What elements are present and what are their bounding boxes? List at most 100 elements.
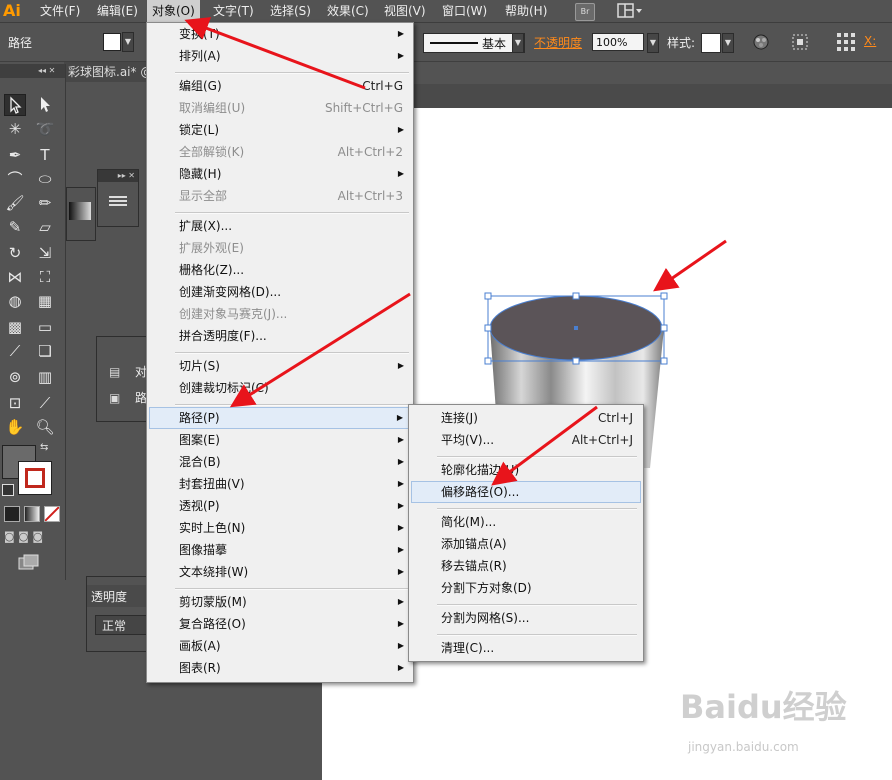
submenu-item-remove-anchor-points[interactable]: 移去锚点(R) bbox=[411, 555, 641, 577]
fill-dropdown[interactable]: ▼ bbox=[122, 32, 134, 52]
symbol-sprayer-tool-icon[interactable]: ⊚ bbox=[4, 366, 26, 388]
menu-item-hide[interactable]: 隐藏(H) ▶ bbox=[149, 163, 411, 185]
document-tab[interactable]: 彩球图标.ai* @ bbox=[64, 62, 158, 82]
transform-reference-icon[interactable] bbox=[836, 32, 856, 52]
slice-tool-icon[interactable]: ⟋ bbox=[34, 392, 56, 414]
paintbrush-tool-icon[interactable]: 🖌 bbox=[4, 192, 26, 214]
menu-item-artboards[interactable]: 画板(A) ▶ bbox=[149, 635, 411, 657]
menu-item-clipping-mask[interactable]: 剪切蒙版(M) ▶ bbox=[149, 591, 411, 613]
selection-tool-icon[interactable] bbox=[4, 94, 26, 116]
arrange-documents-icon[interactable] bbox=[617, 3, 643, 19]
free-transform-tool-icon[interactable]: ⛶ bbox=[34, 266, 56, 288]
default-fill-stroke-icon[interactable] bbox=[2, 484, 14, 496]
submenu-item-outline-stroke[interactable]: 轮廓化描边(U) bbox=[411, 459, 641, 481]
menu-item-group[interactable]: 编组(G) Ctrl+G bbox=[149, 75, 411, 97]
submenu-item-simplify[interactable]: 简化(M)... bbox=[411, 511, 641, 533]
stroke-profile-select[interactable]: 基本 bbox=[423, 33, 525, 53]
stroke-color-box[interactable] bbox=[18, 461, 52, 495]
line-segment-tool-icon[interactable]: ⌒ bbox=[4, 168, 26, 190]
type-tool-icon[interactable]: T bbox=[34, 144, 56, 166]
menu-edit[interactable]: 编辑(E) bbox=[92, 0, 143, 22]
menu-item-create-trim-marks[interactable]: 创建裁切标记(C) bbox=[149, 377, 411, 399]
none-mode-button[interactable] bbox=[44, 506, 60, 522]
menu-item-ungroup[interactable]: 取消编组(U) Shift+Ctrl+G bbox=[149, 97, 411, 119]
menu-file[interactable]: 文件(F) bbox=[35, 0, 85, 22]
scale-tool-icon[interactable]: ⇲ bbox=[34, 242, 56, 264]
align-selection-icon[interactable] bbox=[792, 34, 808, 50]
blob-brush-tool-icon[interactable]: ✎ bbox=[4, 216, 26, 238]
menu-item-flatten-transparency[interactable]: 拼合透明度(F)... bbox=[149, 325, 411, 347]
menu-item-image-trace[interactable]: 图像描摹 ▶ bbox=[149, 539, 411, 561]
perspective-grid-tool-icon[interactable]: ▦ bbox=[34, 290, 56, 312]
menu-item-transform[interactable]: 变换(T) ▶ bbox=[149, 23, 411, 45]
transparency-tab[interactable]: 透明度 bbox=[87, 585, 149, 607]
direct-selection-tool-icon[interactable] bbox=[34, 94, 56, 116]
drawing-modes[interactable]: ◙ ◙ ◙ bbox=[4, 530, 58, 544]
submenu-item-divide-objects-below[interactable]: 分割下方对象(D) bbox=[411, 577, 641, 599]
menu-item-unlock-all[interactable]: 全部解锁(K) Alt+Ctrl+2 bbox=[149, 141, 411, 163]
menu-item-compound-path[interactable]: 复合路径(O) ▶ bbox=[149, 613, 411, 635]
menu-item-create-gradient-mesh[interactable]: 创建渐变网格(D)... bbox=[149, 281, 411, 303]
column-graph-tool-icon[interactable]: ▥ bbox=[34, 366, 56, 388]
recolor-artwork-icon[interactable] bbox=[752, 33, 770, 51]
menu-help[interactable]: 帮助(H) bbox=[500, 0, 552, 22]
menu-item-arrange[interactable]: 排列(A) ▶ bbox=[149, 45, 411, 67]
menu-type[interactable]: 文字(T) bbox=[208, 0, 259, 22]
gradient-mode-button[interactable] bbox=[24, 506, 40, 522]
submenu-item-split-into-grid[interactable]: 分割为网格(S)... bbox=[411, 607, 641, 629]
submenu-item-offset-path[interactable]: 偏移路径(O)... bbox=[411, 481, 641, 503]
menu-view[interactable]: 视图(V) bbox=[379, 0, 431, 22]
pathfinder-icon[interactable]: ▣ bbox=[109, 391, 120, 405]
menu-item-graph[interactable]: 图表(R) ▶ bbox=[149, 657, 411, 679]
eyedropper-tool-icon[interactable]: ⟋ bbox=[4, 340, 26, 362]
fill-swatch[interactable] bbox=[103, 33, 121, 51]
submenu-item-add-anchor-points[interactable]: 添加锚点(A) bbox=[411, 533, 641, 555]
menu-window[interactable]: 窗口(W) bbox=[437, 0, 492, 22]
submenu-item-join[interactable]: 连接(J) Ctrl+J bbox=[411, 407, 641, 429]
submenu-item-average[interactable]: 平均(V)... Alt+Ctrl+J bbox=[411, 429, 641, 451]
pen-tool-icon[interactable]: ✒ bbox=[4, 144, 26, 166]
graphic-style-swatch[interactable] bbox=[701, 33, 721, 53]
blend-mode-select[interactable]: 正常 bbox=[95, 615, 149, 635]
menu-item-expand[interactable]: 扩展(X)... bbox=[149, 215, 411, 237]
pencil-tool-icon[interactable]: ✏ bbox=[34, 192, 56, 214]
graphic-style-dropdown[interactable]: ▼ bbox=[722, 33, 734, 53]
menu-item-pattern[interactable]: 图案(E) ▶ bbox=[149, 429, 411, 451]
lasso-tool-icon[interactable]: ➰ bbox=[34, 118, 56, 140]
menu-item-expand-appearance[interactable]: 扩展外观(E) bbox=[149, 237, 411, 259]
rotate-tool-icon[interactable]: ↻ bbox=[4, 242, 26, 264]
tools-panel-header[interactable]: ◂◂ ✕ bbox=[0, 64, 65, 78]
panel-menu-icon[interactable] bbox=[107, 194, 129, 208]
eraser-tool-icon[interactable]: ▱ bbox=[34, 216, 56, 238]
menu-effect[interactable]: 效果(C) bbox=[322, 0, 374, 22]
color-mode-button[interactable] bbox=[4, 506, 20, 522]
screen-mode-icon[interactable] bbox=[18, 554, 40, 572]
x-coordinate-label[interactable]: X: bbox=[864, 34, 876, 48]
menu-item-rasterize[interactable]: 栅格化(Z)... bbox=[149, 259, 411, 281]
brushes-panel-collapsed[interactable]: ▸▸ ✕ bbox=[97, 169, 139, 227]
mesh-tool-icon[interactable]: ▩ bbox=[4, 316, 26, 338]
hand-tool-icon[interactable]: ✋ bbox=[4, 416, 26, 438]
opacity-label[interactable]: 不透明度 bbox=[534, 34, 582, 51]
zoom-tool-icon[interactable]: 🔍︎ bbox=[34, 416, 56, 438]
menu-item-path[interactable]: 路径(P) ▶ bbox=[149, 407, 411, 429]
menu-item-text-wrap[interactable]: 文本绕排(W) ▶ bbox=[149, 561, 411, 583]
bridge-button[interactable]: Br bbox=[575, 3, 595, 21]
align-icon[interactable]: ▤ bbox=[109, 365, 120, 379]
swap-fill-stroke-icon[interactable]: ⇆ bbox=[40, 442, 48, 453]
menu-item-live-paint[interactable]: 实时上色(N) ▶ bbox=[149, 517, 411, 539]
menu-item-perspective[interactable]: 透视(P) ▶ bbox=[149, 495, 411, 517]
gradient-panel-collapsed[interactable] bbox=[66, 187, 96, 241]
width-tool-icon[interactable]: ⋈ bbox=[4, 266, 26, 288]
menu-item-show-all[interactable]: 显示全部 Alt+Ctrl+3 bbox=[149, 185, 411, 207]
menu-item-envelope-distort[interactable]: 封套扭曲(V) ▶ bbox=[149, 473, 411, 495]
menu-item-blend[interactable]: 混合(B) ▶ bbox=[149, 451, 411, 473]
shape-builder-tool-icon[interactable]: ◍ bbox=[4, 290, 26, 312]
menu-item-slice[interactable]: 切片(S) ▶ bbox=[149, 355, 411, 377]
menu-item-lock[interactable]: 锁定(L) ▶ bbox=[149, 119, 411, 141]
artboard-tool-icon[interactable]: ⊡ bbox=[4, 392, 26, 414]
opacity-input[interactable]: 100% bbox=[592, 33, 644, 51]
menu-object[interactable]: 对象(O) bbox=[147, 0, 200, 22]
gradient-tool-icon[interactable]: ▭ bbox=[34, 316, 56, 338]
menu-select[interactable]: 选择(S) bbox=[265, 0, 316, 22]
